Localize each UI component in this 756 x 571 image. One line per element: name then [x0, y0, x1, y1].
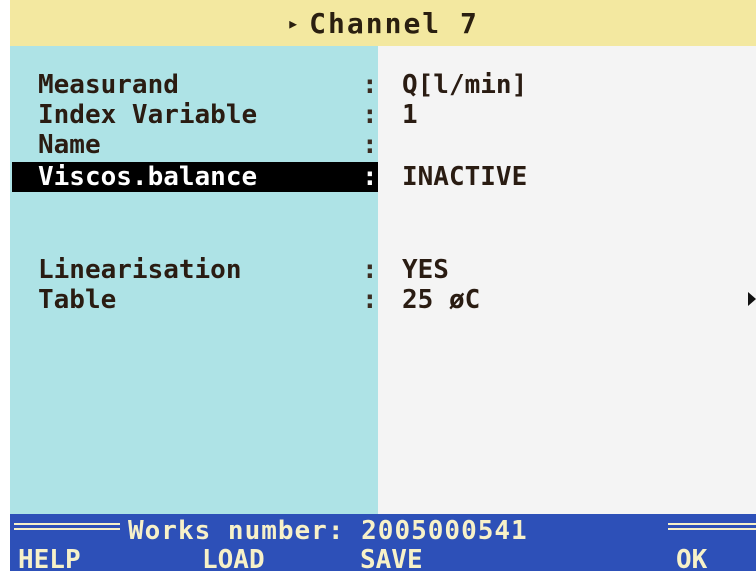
help-button[interactable]: HELP	[18, 545, 81, 571]
works-number-bar: Works number: 2005000541	[10, 514, 756, 546]
field-separator: :	[362, 70, 378, 100]
field-row-measurand[interactable]: Measurand : Q[l/min]	[0, 70, 756, 100]
title-marker-icon: ▸	[287, 11, 302, 35]
field-label: Name	[38, 130, 101, 160]
field-value: 25 øC	[402, 285, 481, 315]
field-label: Viscos.balance	[38, 162, 258, 192]
field-row-viscos-balance[interactable]: Viscos.balance : INACTIVE	[0, 162, 756, 192]
ok-button[interactable]: OK	[676, 545, 707, 571]
field-row-index-variable[interactable]: Index Variable : 1	[0, 100, 756, 130]
save-button[interactable]: SAVE	[360, 545, 423, 571]
field-separator: :	[362, 162, 378, 192]
field-label: Table	[38, 285, 117, 315]
field-value: INACTIVE	[402, 162, 528, 192]
title-bar: ▸ Channel 7	[10, 0, 756, 46]
field-row-linearisation[interactable]: Linearisation : YES	[0, 255, 756, 285]
right-triangle-icon[interactable]	[748, 292, 756, 306]
page-title: Channel 7	[309, 6, 479, 40]
field-separator: :	[362, 285, 378, 315]
works-number: Works number: 2005000541	[128, 516, 528, 546]
field-label: Measurand	[38, 70, 179, 100]
softkey-bar: HELP LOAD SAVE OK	[10, 544, 756, 571]
field-value: 1	[402, 100, 418, 130]
load-button[interactable]: LOAD	[202, 545, 265, 571]
field-value: Q[l/min]	[402, 70, 528, 100]
field-row-name[interactable]: Name :	[0, 130, 756, 160]
field-separator: :	[362, 100, 378, 130]
terminal-screen: ▸ Channel 7 Measurand : Q[l/min] Index V…	[0, 0, 756, 571]
field-separator: :	[362, 255, 378, 285]
field-separator: :	[362, 130, 378, 160]
double-line-divider	[668, 523, 756, 530]
field-value: YES	[402, 255, 449, 285]
field-label: Linearisation	[38, 255, 242, 285]
field-label: Index Variable	[38, 100, 258, 130]
field-row-table[interactable]: Table : 25 øC	[0, 285, 756, 315]
double-line-divider	[14, 523, 120, 530]
